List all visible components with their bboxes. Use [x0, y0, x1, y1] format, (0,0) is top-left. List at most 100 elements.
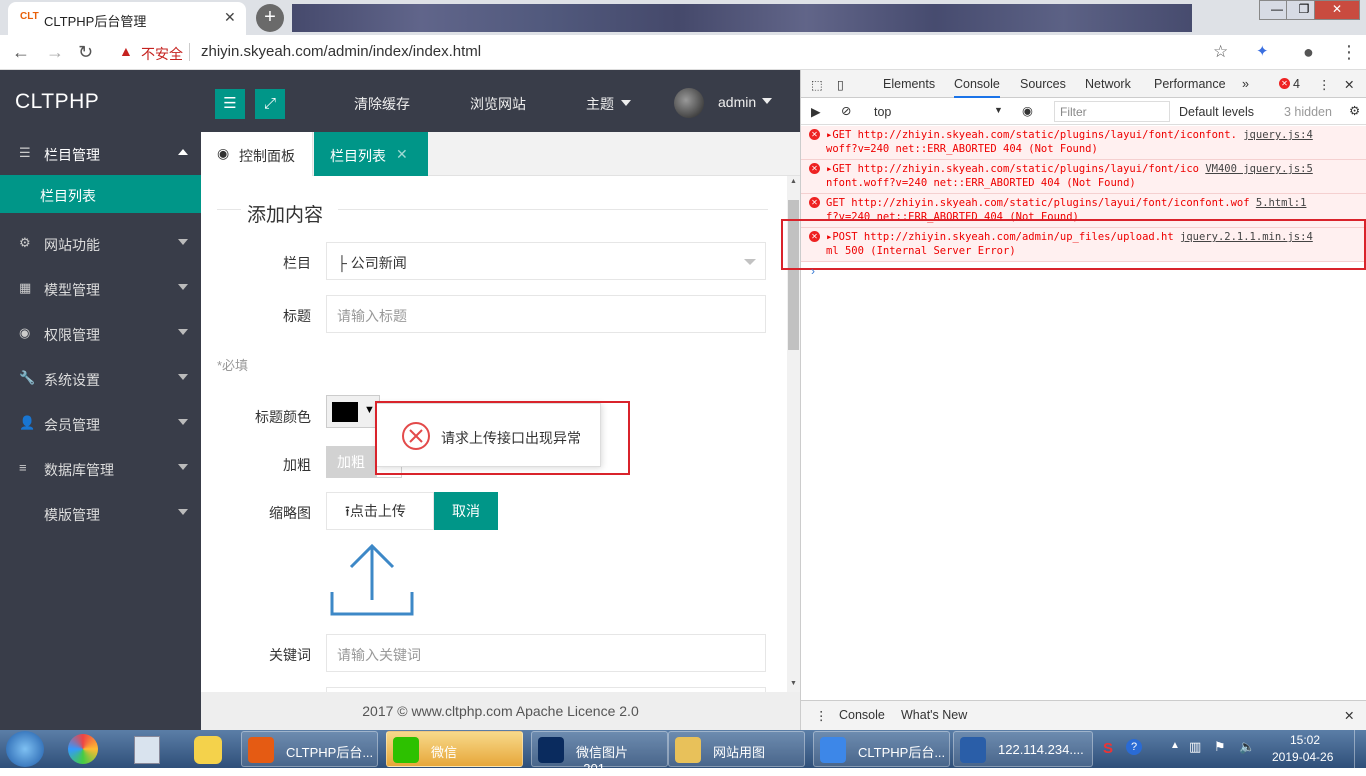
tab-dashboard[interactable]: ◉ 控制面板 — [201, 132, 313, 176]
select-caret-icon — [744, 259, 756, 265]
error-count[interactable]: 4 — [1293, 77, 1300, 91]
start-button[interactable] — [6, 731, 44, 767]
sidebar-item[interactable]: 🔧 系统设置 — [0, 355, 201, 400]
clear-cache-link[interactable]: 清除缓存 — [354, 94, 410, 114]
taskbar-item[interactable]: CLTPHP后台... — [241, 731, 378, 767]
devtools-tab-network[interactable]: Network — [1085, 77, 1131, 91]
title-color-label: 标题颜色 — [255, 409, 311, 425]
console-prompt[interactable]: › — [811, 264, 815, 278]
new-tab-button[interactable]: + — [256, 4, 284, 32]
taskbar-item[interactable]: 微信图片_201... — [531, 731, 668, 776]
user-menu[interactable]: admin — [718, 94, 756, 110]
flag-icon[interactable]: ⚑ — [1214, 739, 1226, 755]
sidebar-toggle-icon[interactable]: ▶ — [811, 104, 821, 119]
device-icon[interactable]: ▯ — [837, 77, 844, 92]
filter-input[interactable]: Filter — [1054, 101, 1170, 122]
extension-icon[interactable]: ✦ — [1256, 42, 1269, 60]
sidebar-item[interactable]: ▦ 模型管理 — [0, 265, 201, 310]
column-select[interactable]: ├ 公司新闻 — [326, 242, 766, 280]
sidebar-item-label: 模型管理 — [44, 282, 100, 298]
levels-select[interactable]: Default levels — [1179, 105, 1254, 119]
warning-icon[interactable]: ▲ — [119, 43, 133, 59]
drawer-tab-console[interactable]: Console — [839, 708, 885, 722]
bold-toggle[interactable]: 加粗 — [326, 446, 376, 478]
ime-icon[interactable]: S — [1103, 740, 1113, 757]
taskbar-item[interactable]: 122.114.234.... — [953, 731, 1093, 767]
browser-tab[interactable]: CLT CLTPHP后台管理 ✕ — [8, 2, 246, 35]
sidebar-item[interactable]: ◉ 权限管理 — [0, 310, 201, 355]
devtools-close-icon[interactable]: ✕ — [1344, 77, 1354, 92]
inspect-icon[interactable]: ⬚ — [811, 77, 823, 92]
section-title: 添加内容 — [247, 205, 324, 226]
sidebar-item[interactable]: ≡ 数据库管理 — [0, 445, 201, 490]
error-source-link[interactable]: 5.html:1 — [1256, 197, 1307, 209]
forward-icon[interactable]: → — [46, 42, 64, 63]
clock-time[interactable]: 15:02 — [1290, 733, 1320, 747]
volume-icon[interactable]: 🔈 — [1239, 739, 1255, 755]
show-desktop-button[interactable] — [1354, 730, 1366, 768]
sidebar-item[interactable]: 👤 会员管理 — [0, 400, 201, 445]
drawer-menu-icon[interactable]: ⋮ — [815, 708, 828, 723]
console-error-row[interactable]: ✕ ▸GET http://zhiyin.skyeah.com/static/pl… — [801, 126, 1366, 160]
reload-icon[interactable]: ↻ — [78, 42, 93, 63]
calculator-icon[interactable] — [134, 736, 160, 764]
notes-icon[interactable] — [194, 736, 222, 764]
page-tabs: ◉ 控制面板 栏目列表 ✕ — [201, 132, 800, 176]
scroll-down-icon[interactable]: ▼ — [790, 680, 797, 687]
theme-menu[interactable]: 主题 — [586, 94, 614, 114]
tray-expand-icon[interactable]: ▲ — [1170, 740, 1180, 751]
sidebar-subitem-column-list[interactable]: 栏目列表 — [0, 175, 201, 213]
devtools-tab-sources[interactable]: Sources — [1020, 77, 1066, 91]
drawer-close-icon[interactable]: ✕ — [1344, 708, 1354, 723]
menu-toggle-button[interactable]: ☰ — [215, 89, 245, 119]
tab-title: CLTPHP后台管理 — [44, 14, 147, 29]
clear-console-icon[interactable]: ⊘ — [841, 103, 851, 118]
tab-close-icon[interactable]: ✕ — [224, 9, 236, 26]
menu-dots-icon[interactable]: ⋮ — [1340, 42, 1358, 63]
upload-button[interactable]: ⭱点击上传 — [326, 492, 434, 530]
keywords-input[interactable]: 请输入关键词 — [326, 634, 766, 672]
app-launcher-icon[interactable] — [68, 734, 98, 764]
taskbar-item[interactable]: 网站用图 — [668, 731, 805, 767]
devtools-tab-console[interactable]: Console — [954, 77, 1000, 98]
chevron-down-icon — [178, 284, 188, 290]
more-tabs[interactable]: » — [1242, 77, 1249, 91]
list-icon: ☰ — [19, 145, 31, 160]
sidebar-item-label: 栏目管理 — [44, 147, 100, 163]
eye-icon[interactable]: ◉ — [1022, 103, 1033, 118]
insecure-label[interactable]: 不安全 — [141, 44, 183, 64]
back-icon[interactable]: ← — [12, 42, 30, 63]
scroll-up-icon[interactable]: ▲ — [790, 178, 797, 185]
tab-column-list[interactable]: 栏目列表 ✕ — [314, 132, 428, 176]
sidebar-item[interactable]: ⚙ 网站功能 — [0, 220, 201, 265]
error-badge-icon: ✕ — [1279, 78, 1290, 89]
browse-site-link[interactable]: 浏览网站 — [470, 94, 526, 114]
taskbar-item[interactable]: 微信 — [386, 731, 523, 767]
taskbar-item-label: 网站用图 — [713, 745, 766, 760]
profile-icon[interactable]: ● — [1303, 42, 1314, 63]
devtools-tab-elements[interactable]: Elements — [883, 77, 935, 91]
console-error-row[interactable]: ✕ ▸GET http://zhiyin.skyeah.com/static/pl… — [801, 160, 1366, 194]
devtools-menu-icon[interactable]: ⋮ — [1318, 77, 1331, 92]
url-input[interactable]: zhiyin.skyeah.com/admin/index/index.html — [201, 43, 481, 60]
error-source-link[interactable]: VM400 jquery.js:5 — [1205, 163, 1312, 175]
avatar[interactable] — [674, 88, 704, 118]
cancel-button[interactable]: 取消 — [434, 492, 498, 530]
fullscreen-button[interactable]: ⤢ — [255, 89, 285, 119]
taskbar-item[interactable]: CLTPHP后台... — [813, 731, 950, 767]
tab-close-icon[interactable]: ✕ — [396, 146, 408, 163]
drawer-tab-whats-new[interactable]: What's New — [901, 708, 967, 722]
sidebar-item[interactable]: 模版管理 — [0, 490, 201, 535]
color-picker[interactable]: ▼ — [326, 395, 380, 428]
bookmark-star-icon[interactable]: ☆ — [1213, 42, 1228, 62]
settings-gear-icon[interactable]: ⚙ — [1349, 103, 1360, 118]
context-select[interactable]: top — [874, 105, 891, 119]
window-close-button[interactable]: ✕ — [1314, 0, 1360, 20]
error-source-link[interactable]: jquery.js:4 — [1243, 129, 1313, 141]
clock-date[interactable]: 2019-04-26 — [1272, 750, 1333, 764]
title-input[interactable]: 请输入标题 — [326, 295, 766, 333]
sidebar-item[interactable]: ☰ 栏目管理 — [0, 130, 201, 175]
help-icon[interactable]: ? — [1126, 739, 1142, 755]
network-icon[interactable]: ▥ — [1189, 739, 1201, 755]
devtools-tab-performance[interactable]: Performance — [1154, 77, 1226, 91]
